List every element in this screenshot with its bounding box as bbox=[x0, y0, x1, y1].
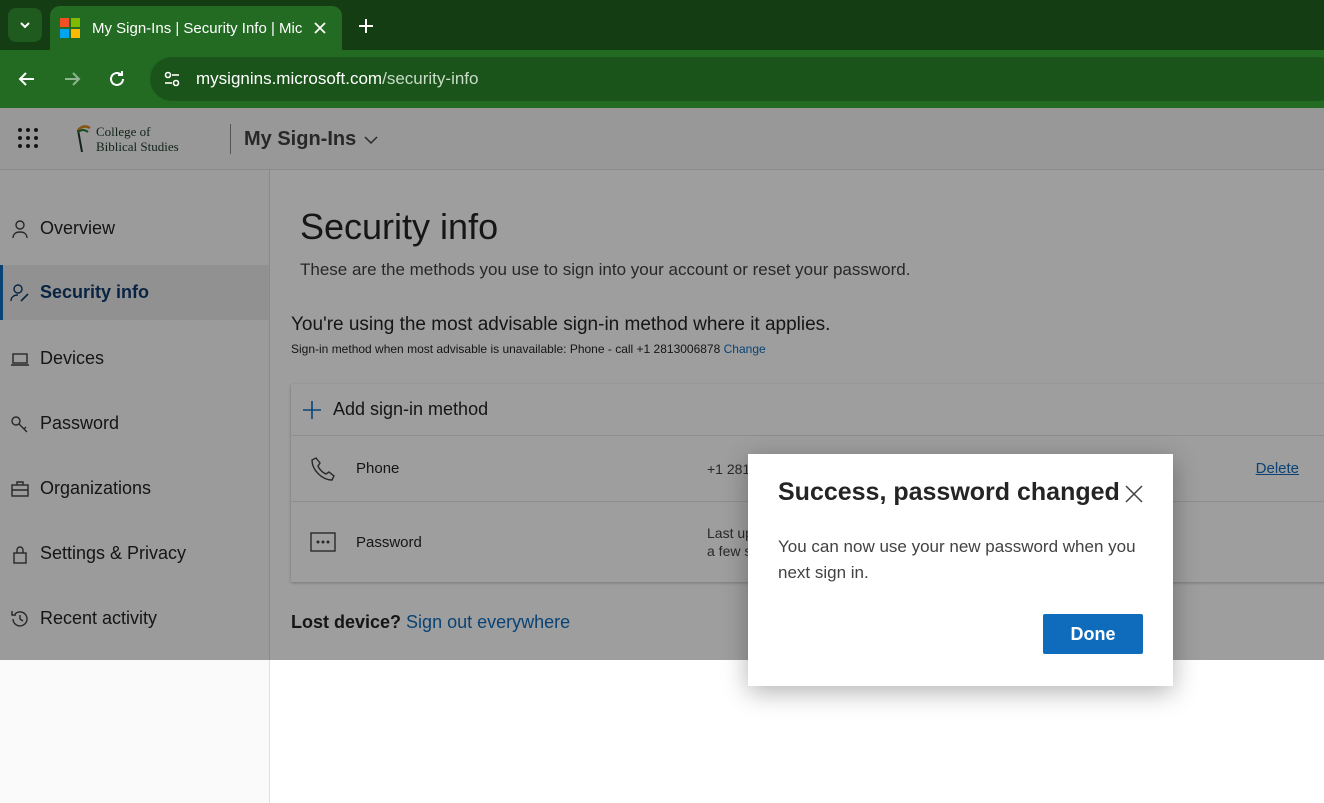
dialog-close-button[interactable] bbox=[1122, 482, 1146, 506]
close-icon bbox=[314, 22, 326, 34]
arrow-left-icon bbox=[18, 72, 34, 86]
close-icon bbox=[1125, 485, 1143, 503]
dialog-message: You can now use your new password when y… bbox=[778, 537, 1136, 582]
done-button[interactable]: Done bbox=[1043, 614, 1143, 654]
forward-button[interactable] bbox=[57, 64, 87, 94]
arrow-right-icon bbox=[65, 72, 81, 86]
tab-title: My Sign-Ins | Security Info | Mic bbox=[92, 19, 302, 37]
success-dialog: Success, password changed You can now us… bbox=[748, 454, 1173, 686]
browser-toolbar: mysignins.microsoft.com/security-info bbox=[0, 50, 1324, 108]
reload-icon bbox=[110, 71, 124, 86]
reload-button[interactable] bbox=[102, 64, 132, 94]
browser-tab-active[interactable]: My Sign-Ins | Security Info | Mic bbox=[50, 6, 342, 50]
tune-icon bbox=[164, 71, 180, 87]
site-info-button[interactable] bbox=[152, 59, 192, 99]
back-button[interactable] bbox=[12, 64, 42, 94]
dialog-title: Success, password changed bbox=[778, 478, 1120, 506]
chevron-down-icon bbox=[20, 22, 30, 29]
tab-search-button[interactable] bbox=[8, 8, 42, 42]
tab-close-button[interactable] bbox=[310, 18, 330, 38]
microsoft-logo-icon bbox=[60, 18, 80, 38]
new-tab-button[interactable] bbox=[352, 12, 380, 40]
address-bar[interactable]: mysignins.microsoft.com/security-info bbox=[150, 57, 1324, 101]
plus-icon bbox=[359, 19, 373, 33]
browser-tab-bar: My Sign-Ins | Security Info | Mic bbox=[0, 0, 1324, 50]
url-text: mysignins.microsoft.com/security-info bbox=[196, 69, 479, 88]
